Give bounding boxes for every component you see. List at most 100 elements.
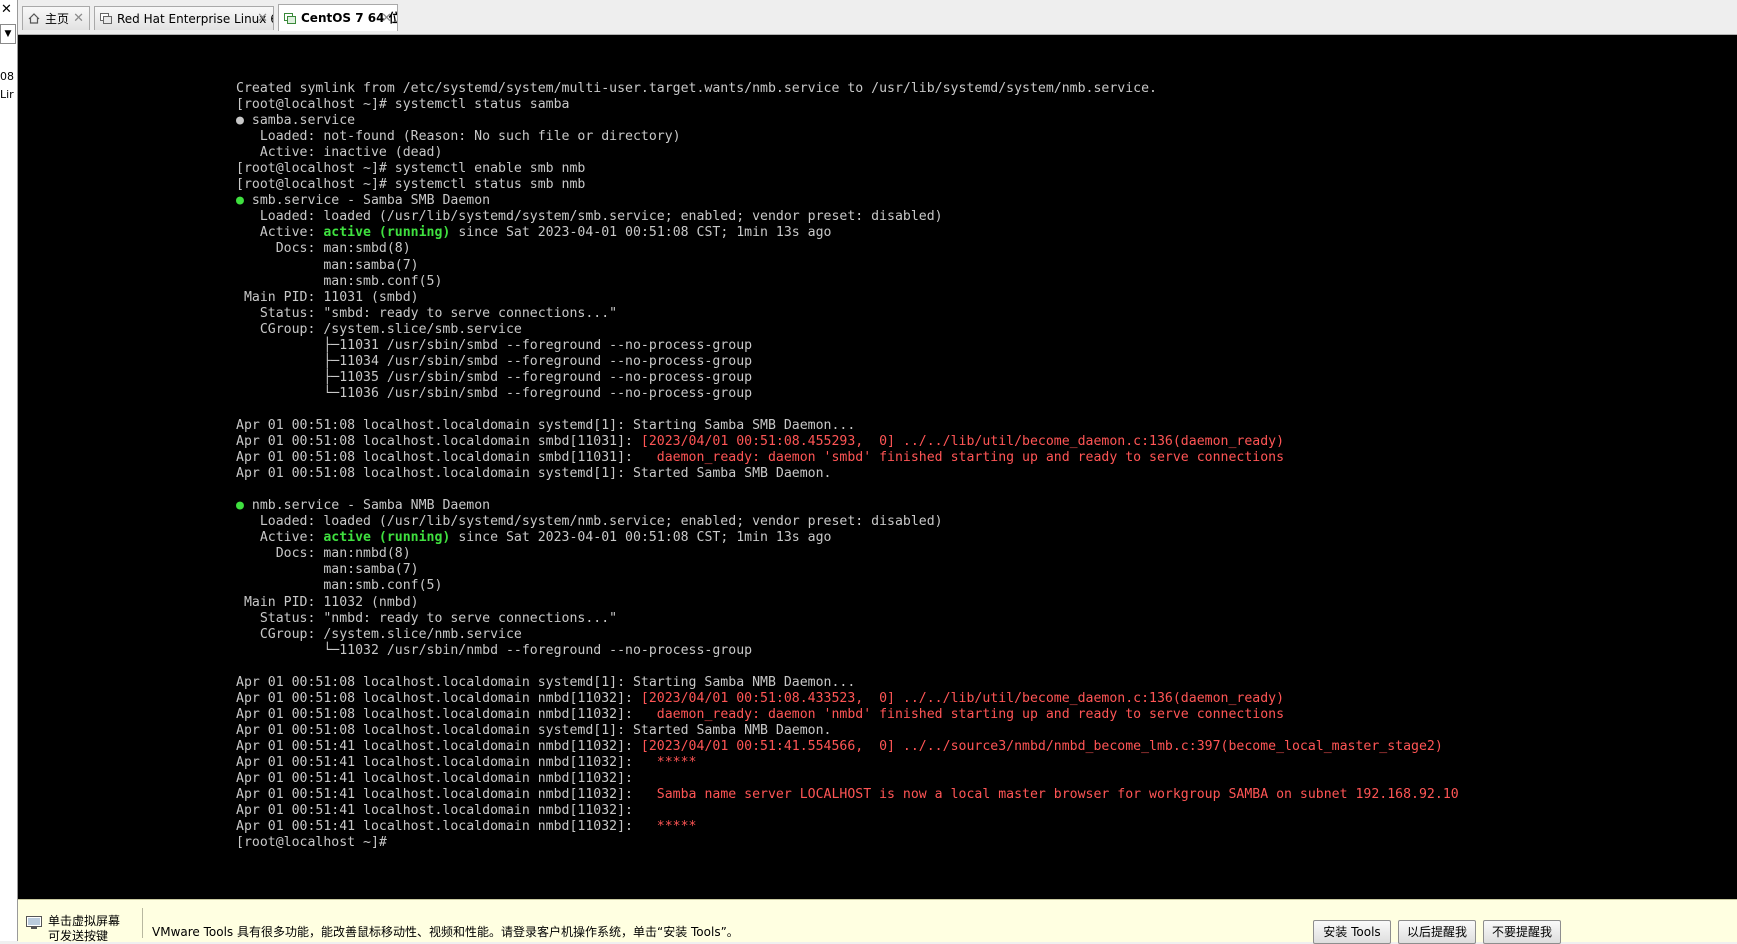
terminal-line: Apr 01 00:51:08 localhost.localdomain nm…	[236, 691, 1459, 707]
log-message-highlight: daemon_ready: daemon 'smbd' finished sta…	[640, 450, 1285, 466]
install-tools-button[interactable]: 安装 Tools	[1313, 920, 1391, 944]
log-message-highlight: Samba name server LOCALHOST is now a loc…	[640, 787, 1459, 803]
terminal-output: Created symlink from /etc/systemd/system…	[236, 81, 1459, 851]
screen-icon	[26, 916, 42, 929]
click-hint-line: 可发送按键	[48, 929, 109, 943]
close-icon[interactable]: ✕	[1, 2, 12, 17]
terminal-text: man:samba(7)	[236, 562, 419, 578]
terminal-text: [root@localhost ~]#	[236, 835, 387, 851]
terminal-line: Docs: man:smbd(8)	[236, 241, 1459, 257]
terminal-text: Apr 01 00:51:41 localhost.localdomain nm…	[236, 738, 641, 754]
terminal-line: [root@localhost ~]#	[236, 835, 1459, 851]
terminal-text: Created symlink from /etc/systemd/system…	[236, 81, 1157, 96]
terminal-text: man:smb.conf(5)	[236, 273, 443, 289]
terminal-text: CGroup: /system.slice/smb.service	[236, 321, 522, 337]
terminal-text: Main PID: 11031 (smbd)	[236, 289, 419, 305]
terminal-text: Apr 01 00:51:08 localhost.localdomain nm…	[236, 690, 641, 706]
log-message-highlight: *****	[640, 819, 697, 835]
terminal-text: Apr 01 00:51:08 localhost.localdomain sy…	[236, 417, 856, 433]
terminal-text: man:samba(7)	[236, 257, 419, 273]
terminal-line: man:smb.conf(5)	[236, 578, 1459, 594]
terminal-text: Main PID: 11032 (nmbd)	[236, 594, 419, 610]
terminal-text: └─11032 /usr/sbin/nmbd --foreground --no…	[236, 642, 753, 658]
terminal-line: ● smb.service - Samba SMB Daemon	[236, 193, 1459, 209]
terminal-line: Main PID: 11031 (smbd)	[236, 290, 1459, 306]
terminal-text: [root@localhost ~]# systemctl enable smb…	[236, 161, 586, 177]
terminal-line: ● nmb.service - Samba NMB Daemon	[236, 498, 1459, 514]
terminal-text: [root@localhost ~]# systemctl status sam…	[236, 97, 570, 113]
tab-label: 主页	[45, 12, 70, 26]
terminal-text: Status: "nmbd: ready to serve connection…	[236, 610, 618, 626]
terminal-line: CGroup: /system.slice/smb.service	[236, 322, 1459, 338]
terminal-text: Apr 01 00:51:41 localhost.localdomain nm…	[236, 819, 641, 835]
log-message-highlight: *****	[640, 754, 697, 770]
close-icon[interactable]: ✕	[381, 5, 392, 31]
terminal-line: Apr 01 00:51:41 localhost.localdomain nm…	[236, 755, 1459, 771]
vm-icon	[284, 13, 296, 24]
close-icon[interactable]: ✕	[73, 7, 84, 30]
terminal-line: Active: active (running) since Sat 2023-…	[236, 530, 1459, 546]
terminal-line: Created symlink from /etc/systemd/system…	[236, 81, 1459, 97]
terminal-line: ├─11034 /usr/sbin/smbd --foreground --no…	[236, 354, 1459, 370]
terminal-text: ├─11034 /usr/sbin/smbd --foreground --no…	[236, 353, 753, 369]
terminal-text: ● samba.service	[236, 113, 356, 129]
terminal-text: Loaded: loaded (/usr/lib/systemd/system/…	[236, 209, 943, 225]
terminal-line: Status: "smbd: ready to serve connection…	[236, 306, 1459, 322]
chevron-down-icon[interactable]: ▼	[0, 24, 16, 44]
terminal-text: Active: inactive (dead)	[236, 145, 443, 161]
terminal-text: ├─11031 /usr/sbin/smbd --foreground --no…	[236, 337, 753, 353]
terminal-text: Status: "smbd: ready to serve connection…	[236, 305, 618, 321]
terminal-line: Apr 01 00:51:41 localhost.localdomain nm…	[236, 771, 1459, 787]
terminal-text: Loaded: loaded (/usr/lib/systemd/system/…	[236, 514, 943, 530]
terminal-text: Active:	[236, 225, 324, 241]
terminal-text: Loaded: not-found (Reason: No such file …	[236, 129, 681, 145]
status-highlight: ●	[236, 193, 244, 209]
terminal-text: Docs: man:nmbd(8)	[236, 546, 411, 562]
terminal-line: [root@localhost ~]# systemctl status smb…	[236, 177, 1459, 193]
terminal-text: └─11036 /usr/sbin/smbd --foreground --no…	[236, 385, 753, 401]
terminal-text: Apr 01 00:51:08 localhost.localdomain sm…	[236, 434, 641, 450]
dont-remind-button[interactable]: 不要提醒我	[1483, 920, 1561, 944]
terminal-line: man:samba(7)	[236, 562, 1459, 578]
tab-centos7[interactable]: CentOS 7 64 位 ✕	[278, 4, 398, 31]
vm-icon	[100, 13, 112, 24]
terminal-text: Apr 01 00:51:41 localhost.localdomain nm…	[236, 754, 641, 770]
divider	[142, 908, 143, 938]
terminal-text: Apr 01 00:51:08 localhost.localdomain sy…	[236, 674, 856, 690]
terminal-line: Apr 01 00:51:08 localhost.localdomain nm…	[236, 707, 1459, 723]
terminal-text: Apr 01 00:51:08 localhost.localdomain sy…	[236, 722, 832, 738]
terminal-line: ├─11035 /usr/sbin/smbd --foreground --no…	[236, 370, 1459, 386]
status-highlight: active (running)	[323, 530, 451, 546]
terminal-line: Apr 01 00:51:08 localhost.localdomain sy…	[236, 466, 1459, 482]
terminal-text: Apr 01 00:51:08 localhost.localdomain nm…	[236, 706, 641, 722]
terminal-text: smb.service - Samba SMB Daemon	[243, 193, 491, 209]
log-message-highlight: [2023/04/01 00:51:08.433523, 0] ../../li…	[640, 690, 1285, 706]
remind-later-button[interactable]: 以后提醒我	[1398, 920, 1476, 944]
click-hint: 单击虚拟屏幕 可发送按键	[48, 914, 148, 944]
terminal-line: Loaded: loaded (/usr/lib/systemd/system/…	[236, 209, 1459, 225]
click-hint-line: 单击虚拟屏幕	[48, 914, 121, 928]
terminal-text: Apr 01 00:51:08 localhost.localdomain sm…	[236, 450, 641, 466]
terminal-line: man:samba(7)	[236, 258, 1459, 274]
home-icon	[28, 13, 40, 24]
strip-text-fragment: Lir	[0, 88, 14, 101]
tab-home[interactable]: 主页 ✕	[22, 6, 90, 30]
terminal-line: [root@localhost ~]# systemctl enable smb…	[236, 161, 1459, 177]
terminal-text: since Sat 2023-04-01 00:51:08 CST; 1min …	[450, 225, 832, 241]
terminal-text: nmb.service - Samba NMB Daemon	[243, 498, 491, 514]
close-icon[interactable]: ✕	[257, 7, 268, 30]
terminal-line: Active: inactive (dead)	[236, 145, 1459, 161]
terminal-text: Apr 01 00:51:41 localhost.localdomain nm…	[236, 803, 641, 819]
terminal-text: man:smb.conf(5)	[236, 578, 443, 594]
notification-message: VMware Tools 具有很多功能，能改善鼠标移动性、视频和性能。请登录客户…	[152, 925, 739, 939]
terminal-text: Docs: man:smbd(8)	[236, 241, 411, 257]
terminal-line: Apr 01 00:51:41 localhost.localdomain nm…	[236, 819, 1459, 835]
terminal-line: ● samba.service	[236, 113, 1459, 129]
log-message-highlight: [2023/04/01 00:51:41.554566, 0] ../../so…	[640, 738, 1443, 754]
terminal-line: └─11032 /usr/sbin/nmbd --foreground --no…	[236, 643, 1459, 659]
terminal-text: CGroup: /system.slice/nmb.service	[236, 626, 522, 642]
terminal-line: ├─11031 /usr/sbin/smbd --foreground --no…	[236, 338, 1459, 354]
terminal-text: Apr 01 00:51:41 localhost.localdomain nm…	[236, 771, 641, 787]
vm-console[interactable]: Created symlink from /etc/systemd/system…	[18, 35, 1737, 899]
tab-rhel6[interactable]: Red Hat Enterprise Linux 6 客... ✕	[94, 6, 274, 30]
